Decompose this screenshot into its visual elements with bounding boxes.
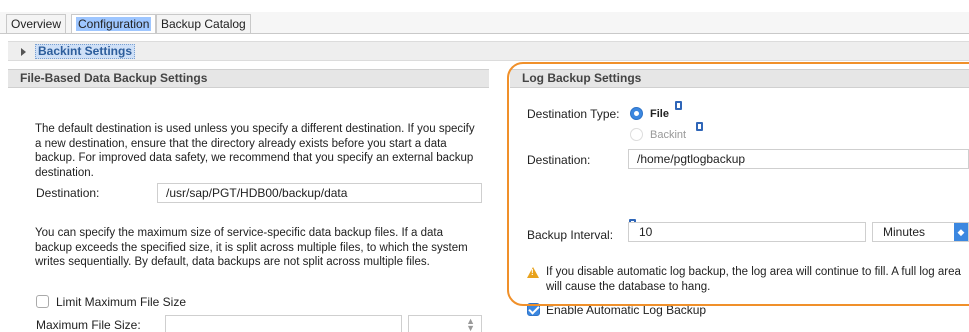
tab-backup-catalog[interactable]: Backup Catalog (156, 14, 251, 33)
limit-file-size-label: Limit Maximum File Size (56, 295, 187, 309)
tab-overview-label: Overview (11, 17, 62, 31)
stepper-arrows-icon: ▲ ▼ (466, 316, 475, 332)
backint-settings-label[interactable]: Backint Settings (35, 44, 136, 59)
file-backup-header: File-Based Data Backup Settings (8, 69, 489, 88)
limit-file-size-checkbox[interactable] (36, 295, 49, 308)
tab-overview[interactable]: Overview (6, 14, 67, 33)
highlight-outline (507, 62, 969, 306)
file-destination-label: Destination: (36, 186, 100, 200)
expand-triangle-icon[interactable] (21, 48, 26, 56)
file-size-info: You can specify the maximum size of serv… (35, 227, 468, 268)
tab-configuration[interactable]: Configuration (71, 14, 157, 33)
file-destination-field[interactable]: /usr/sap/PGT/HDB00/backup/data (157, 183, 482, 203)
max-file-size-label: Maximum File Size: (36, 318, 141, 332)
tab-bar: Overview Configuration Backup Catalog (0, 12, 969, 34)
max-file-size-unit-select[interactable]: ▲ ▼ (408, 315, 482, 332)
file-backup-intro: The default destination is used unless y… (35, 123, 475, 179)
backint-settings-section[interactable]: Backint Settings (8, 41, 969, 61)
max-file-size-field[interactable] (165, 315, 402, 332)
tab-configuration-label: Configuration (76, 17, 152, 31)
tab-backup-catalog-label: Backup Catalog (161, 17, 246, 31)
